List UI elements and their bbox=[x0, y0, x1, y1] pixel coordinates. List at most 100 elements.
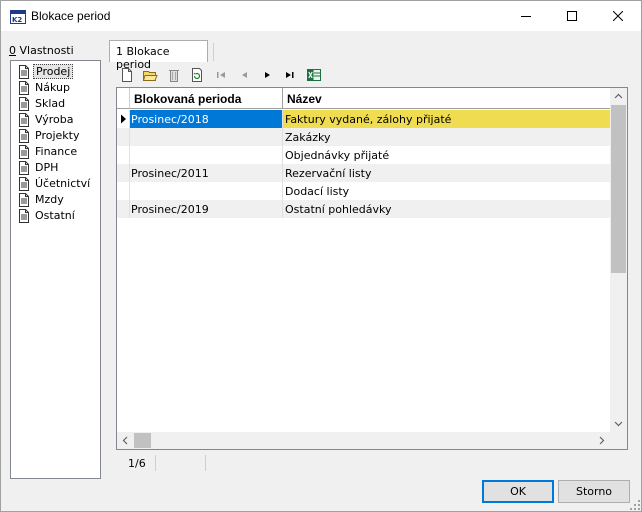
sidebar-item-label: Výroba bbox=[35, 113, 74, 126]
minimize-button[interactable] bbox=[503, 1, 549, 31]
sidebar-item-mzdy[interactable]: Mzdy bbox=[15, 192, 97, 208]
last-record-icon[interactable] bbox=[282, 67, 298, 83]
cancel-button[interactable]: Storno bbox=[558, 480, 630, 503]
sidebar-item-projekty[interactable]: Projekty bbox=[15, 128, 97, 144]
cell-text: Faktury vydané, zálohy přijaté bbox=[285, 113, 452, 126]
close-icon bbox=[613, 11, 623, 21]
table-row[interactable]: Dodací listy bbox=[117, 182, 610, 200]
column-header-label: Název bbox=[287, 92, 322, 106]
chevron-right-icon bbox=[599, 436, 605, 445]
table-row[interactable]: Objednávky přijaté bbox=[117, 146, 610, 164]
document-icon bbox=[19, 81, 29, 95]
excel-export-icon[interactable] bbox=[306, 67, 322, 83]
properties-list[interactable]: Prodej Nákup Sklad Výroba Projekty Finan… bbox=[10, 60, 101, 479]
cell-name[interactable]: Zakázky bbox=[283, 128, 610, 146]
cell-period[interactable] bbox=[130, 128, 283, 146]
sidebar-item-ucetnictvi[interactable]: Účetnictví bbox=[15, 176, 97, 192]
scroll-up-button[interactable] bbox=[610, 88, 627, 105]
chevron-left-icon bbox=[122, 436, 128, 445]
cell-text: Objednávky přijaté bbox=[285, 149, 390, 162]
resize-grip-icon[interactable] bbox=[629, 499, 641, 511]
table-row[interactable]: Prosinec/2018 Faktury vydané, zálohy při… bbox=[117, 110, 610, 128]
vertical-scroll-thumb[interactable] bbox=[611, 105, 626, 273]
minimize-icon bbox=[521, 16, 531, 17]
sidebar-item-label: Ostatní bbox=[35, 209, 75, 222]
status-bar: 1/6 bbox=[116, 453, 628, 473]
new-icon[interactable] bbox=[119, 67, 135, 83]
sidebar-item-label: Nákup bbox=[35, 81, 70, 94]
row-indicator bbox=[117, 200, 130, 218]
sidebar-item-label: Finance bbox=[35, 145, 78, 158]
chevron-down-icon bbox=[614, 421, 623, 427]
row-indicator bbox=[117, 164, 130, 182]
cell-period[interactable] bbox=[130, 146, 283, 164]
scroll-left-button[interactable] bbox=[117, 432, 134, 449]
maximize-icon bbox=[567, 11, 577, 21]
column-header-nazev[interactable]: Název bbox=[283, 88, 610, 109]
cell-name[interactable]: Faktury vydané, zálohy přijaté bbox=[283, 110, 610, 128]
vertical-scrollbar[interactable] bbox=[610, 88, 627, 432]
sidebar-item-nakup[interactable]: Nákup bbox=[15, 80, 97, 96]
tab-divider bbox=[213, 43, 214, 61]
ok-button[interactable]: OK bbox=[482, 480, 554, 503]
cell-text: Rezervační listy bbox=[285, 167, 372, 180]
svg-text:K2: K2 bbox=[12, 16, 22, 24]
document-icon bbox=[19, 113, 29, 127]
horizontal-scrollbar[interactable] bbox=[117, 432, 610, 449]
cell-name[interactable]: Ostatní pohledávky bbox=[283, 200, 610, 218]
dialog-window: K2 Blokace period 0 Vlastnosti Prodej Ná… bbox=[0, 0, 642, 512]
periods-grid[interactable]: Blokovaná perioda Název Prosinec/2018 Fa… bbox=[116, 87, 628, 450]
cell-period[interactable]: Prosinec/2019 bbox=[130, 200, 283, 218]
close-button[interactable] bbox=[595, 1, 641, 31]
sidebar-item-sklad[interactable]: Sklad bbox=[15, 96, 97, 112]
first-record-icon[interactable] bbox=[213, 67, 229, 83]
title-bar[interactable]: K2 Blokace period bbox=[1, 1, 641, 31]
sidebar-item-finance[interactable]: Finance bbox=[15, 144, 97, 160]
grid-toolbar bbox=[117, 65, 327, 85]
row-indicator bbox=[117, 128, 130, 146]
scroll-down-button[interactable] bbox=[610, 415, 627, 432]
cell-name[interactable]: Rezervační listy bbox=[283, 164, 610, 182]
document-icon bbox=[19, 145, 29, 159]
sidebar-item-dph[interactable]: DPH bbox=[15, 160, 97, 176]
cell-period[interactable]: Prosinec/2011 bbox=[130, 164, 283, 182]
document-icon bbox=[19, 129, 29, 143]
k2-app-icon: K2 bbox=[10, 10, 26, 24]
document-icon bbox=[19, 177, 29, 191]
document-icon bbox=[19, 65, 29, 79]
sidebar-item-vyroba[interactable]: Výroba bbox=[15, 112, 97, 128]
cell-name[interactable]: Dodací listy bbox=[283, 182, 610, 200]
delete-icon[interactable] bbox=[166, 67, 182, 83]
cell-period[interactable]: Prosinec/2018 bbox=[130, 110, 283, 128]
previous-record-icon[interactable] bbox=[236, 67, 252, 83]
cell-text: Prosinec/2011 bbox=[131, 167, 209, 180]
cell-text: Prosinec/2019 bbox=[131, 203, 209, 216]
row-indicator-header bbox=[117, 88, 130, 109]
record-position: 1/6 bbox=[128, 457, 146, 470]
cell-text: Prosinec/2018 bbox=[131, 113, 209, 126]
row-indicator bbox=[117, 182, 130, 200]
horizontal-scroll-thumb[interactable] bbox=[134, 433, 151, 448]
column-header-blokovana-perioda[interactable]: Blokovaná perioda bbox=[130, 88, 283, 109]
sidebar-item-label: Sklad bbox=[35, 97, 66, 110]
scroll-right-button[interactable] bbox=[593, 432, 610, 449]
table-row[interactable]: Zakázky bbox=[117, 128, 610, 146]
sidebar-item-ostatni[interactable]: Ostatní bbox=[15, 208, 97, 224]
properties-label-text: Vlastnosti bbox=[16, 44, 74, 57]
open-folder-icon[interactable] bbox=[142, 67, 158, 83]
next-record-icon[interactable] bbox=[260, 67, 276, 83]
window-title: Blokace period bbox=[31, 9, 111, 23]
sidebar-item-prodej[interactable]: Prodej bbox=[15, 64, 97, 80]
tab-blokace-period[interactable]: 1 Blokace period bbox=[109, 40, 208, 71]
document-icon bbox=[19, 97, 29, 111]
table-row[interactable]: Prosinec/2011 Rezervační listy bbox=[117, 164, 610, 182]
cell-text: Dodací listy bbox=[285, 185, 350, 198]
refresh-icon[interactable] bbox=[189, 67, 205, 83]
sidebar-item-label: Projekty bbox=[35, 129, 80, 142]
table-row[interactable]: Prosinec/2019 Ostatní pohledávky bbox=[117, 200, 610, 218]
maximize-button[interactable] bbox=[549, 1, 595, 31]
cell-name[interactable]: Objednávky přijaté bbox=[283, 146, 610, 164]
properties-hotkey: 0 bbox=[9, 44, 16, 57]
cell-period[interactable] bbox=[130, 182, 283, 200]
sidebar-item-label: Mzdy bbox=[35, 193, 64, 206]
